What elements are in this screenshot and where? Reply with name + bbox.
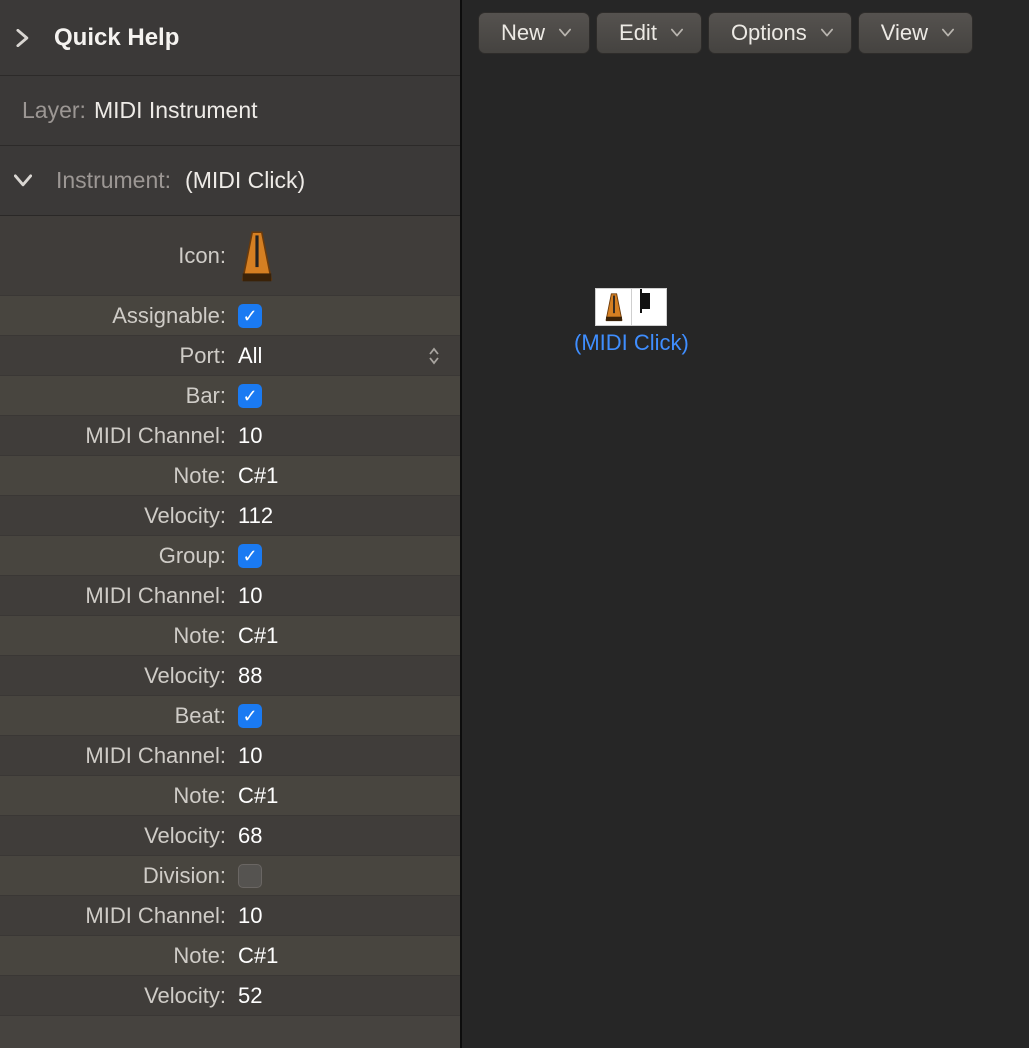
node-icon-box bbox=[595, 288, 667, 326]
checkbox[interactable] bbox=[238, 864, 262, 888]
select-value: All bbox=[238, 343, 262, 369]
checkbox[interactable]: ✓ bbox=[238, 704, 262, 728]
view-menu-button[interactable]: View bbox=[858, 12, 973, 54]
property-row[interactable]: Note:C#1 bbox=[0, 456, 460, 496]
property-value[interactable]: 88 bbox=[232, 663, 460, 689]
property-value[interactable]: C#1 bbox=[232, 463, 460, 489]
options-menu-label: Options bbox=[731, 20, 807, 46]
property-label: MIDI Channel: bbox=[0, 743, 232, 769]
chevron-right-icon bbox=[14, 29, 32, 47]
metronome-icon[interactable] bbox=[232, 229, 460, 283]
property-row[interactable]: Velocity:52 bbox=[0, 976, 460, 1016]
stepper-icon[interactable] bbox=[426, 347, 442, 365]
property-label: Velocity: bbox=[0, 823, 232, 849]
property-row[interactable]: Icon: bbox=[0, 216, 460, 296]
options-menu-button[interactable]: Options bbox=[708, 12, 852, 54]
view-menu-label: View bbox=[881, 20, 928, 46]
property-row[interactable]: MIDI Channel:10 bbox=[0, 576, 460, 616]
property-label: Division: bbox=[0, 863, 232, 889]
property-row[interactable]: Note:C#1 bbox=[0, 936, 460, 976]
quick-help-title: Quick Help bbox=[54, 24, 179, 52]
midi-click-node[interactable]: (MIDI Click) bbox=[574, 288, 689, 356]
property-value[interactable]: 68 bbox=[232, 823, 460, 849]
property-row[interactable]: Velocity:68 bbox=[0, 816, 460, 856]
property-row[interactable]: Velocity:88 bbox=[0, 656, 460, 696]
property-row[interactable]: MIDI Channel:10 bbox=[0, 896, 460, 936]
property-label: Velocity: bbox=[0, 663, 232, 689]
layer-row[interactable]: Layer: MIDI Instrument bbox=[0, 76, 460, 146]
property-label: Port: bbox=[0, 343, 232, 369]
property-label: Bar: bbox=[0, 383, 232, 409]
chevron-down-icon bbox=[14, 172, 32, 190]
property-row[interactable]: Port:All bbox=[0, 336, 460, 376]
layer-value: MIDI Instrument bbox=[94, 97, 258, 124]
chevron-down-icon bbox=[671, 25, 683, 41]
property-label: Velocity: bbox=[0, 503, 232, 529]
property-value[interactable]: 10 bbox=[232, 743, 460, 769]
property-row[interactable]: Group:✓ bbox=[0, 536, 460, 576]
property-label: Icon: bbox=[0, 243, 232, 269]
property-value[interactable]: ✓ bbox=[232, 544, 460, 568]
property-row[interactable]: MIDI Channel:10 bbox=[0, 416, 460, 456]
node-label: (MIDI Click) bbox=[574, 330, 689, 356]
instrument-value: (MIDI Click) bbox=[185, 167, 305, 194]
property-value[interactable]: ✓ bbox=[232, 704, 460, 728]
property-value[interactable]: C#1 bbox=[232, 783, 460, 809]
property-row[interactable]: Note:C#1 bbox=[0, 616, 460, 656]
property-row[interactable]: MIDI Channel:10 bbox=[0, 736, 460, 776]
property-label: Beat: bbox=[0, 703, 232, 729]
property-label: MIDI Channel: bbox=[0, 903, 232, 929]
property-row[interactable]: Beat:✓ bbox=[0, 696, 460, 736]
property-row[interactable]: Bar:✓ bbox=[0, 376, 460, 416]
property-value[interactable]: 112 bbox=[232, 503, 460, 529]
property-label: Note: bbox=[0, 783, 232, 809]
instrument-label: Instrument: bbox=[56, 167, 171, 194]
property-value[interactable]: 10 bbox=[232, 903, 460, 929]
checkbox[interactable]: ✓ bbox=[238, 544, 262, 568]
property-label: MIDI Channel: bbox=[0, 583, 232, 609]
quick-help-header[interactable]: Quick Help bbox=[0, 0, 460, 76]
property-label: Assignable: bbox=[0, 303, 232, 329]
checkbox[interactable]: ✓ bbox=[238, 384, 262, 408]
new-menu-label: New bbox=[501, 20, 545, 46]
chevron-down-icon bbox=[559, 25, 571, 41]
property-value[interactable]: C#1 bbox=[232, 623, 460, 649]
property-row[interactable]: Division: bbox=[0, 856, 460, 896]
environment-canvas: New Edit Options View bbox=[462, 0, 1029, 1048]
canvas-toolbar: New Edit Options View bbox=[478, 12, 973, 54]
chevron-down-icon bbox=[821, 25, 833, 41]
property-label: Note: bbox=[0, 943, 232, 969]
checkbox[interactable]: ✓ bbox=[238, 304, 262, 328]
properties-list: Icon: Assignable:✓Port:AllBar:✓MIDI Chan… bbox=[0, 216, 460, 1048]
flag-icon bbox=[631, 289, 666, 325]
property-label: Note: bbox=[0, 623, 232, 649]
property-label: Velocity: bbox=[0, 983, 232, 1009]
property-value[interactable]: 10 bbox=[232, 583, 460, 609]
edit-menu-button[interactable]: Edit bbox=[596, 12, 702, 54]
property-value[interactable] bbox=[232, 864, 460, 888]
new-menu-button[interactable]: New bbox=[478, 12, 590, 54]
property-value[interactable]: ✓ bbox=[232, 304, 460, 328]
canvas-area[interactable]: (MIDI Click) bbox=[462, 66, 1029, 1048]
edit-menu-label: Edit bbox=[619, 20, 657, 46]
property-label: MIDI Channel: bbox=[0, 423, 232, 449]
property-value[interactable]: ✓ bbox=[232, 384, 460, 408]
property-value[interactable]: All bbox=[232, 343, 460, 369]
chevron-down-icon bbox=[942, 25, 954, 41]
property-row[interactable]: Note:C#1 bbox=[0, 776, 460, 816]
property-row[interactable]: Velocity:112 bbox=[0, 496, 460, 536]
property-label: Group: bbox=[0, 543, 232, 569]
layer-label: Layer: bbox=[22, 97, 86, 124]
property-row[interactable]: Assignable:✓ bbox=[0, 296, 460, 336]
metronome-icon bbox=[596, 289, 631, 325]
property-value[interactable]: C#1 bbox=[232, 943, 460, 969]
property-value[interactable]: 10 bbox=[232, 423, 460, 449]
inspector-panel: Quick Help Layer: MIDI Instrument Instru… bbox=[0, 0, 462, 1048]
property-value[interactable]: 52 bbox=[232, 983, 460, 1009]
instrument-header[interactable]: Instrument: (MIDI Click) bbox=[0, 146, 460, 216]
property-label: Note: bbox=[0, 463, 232, 489]
